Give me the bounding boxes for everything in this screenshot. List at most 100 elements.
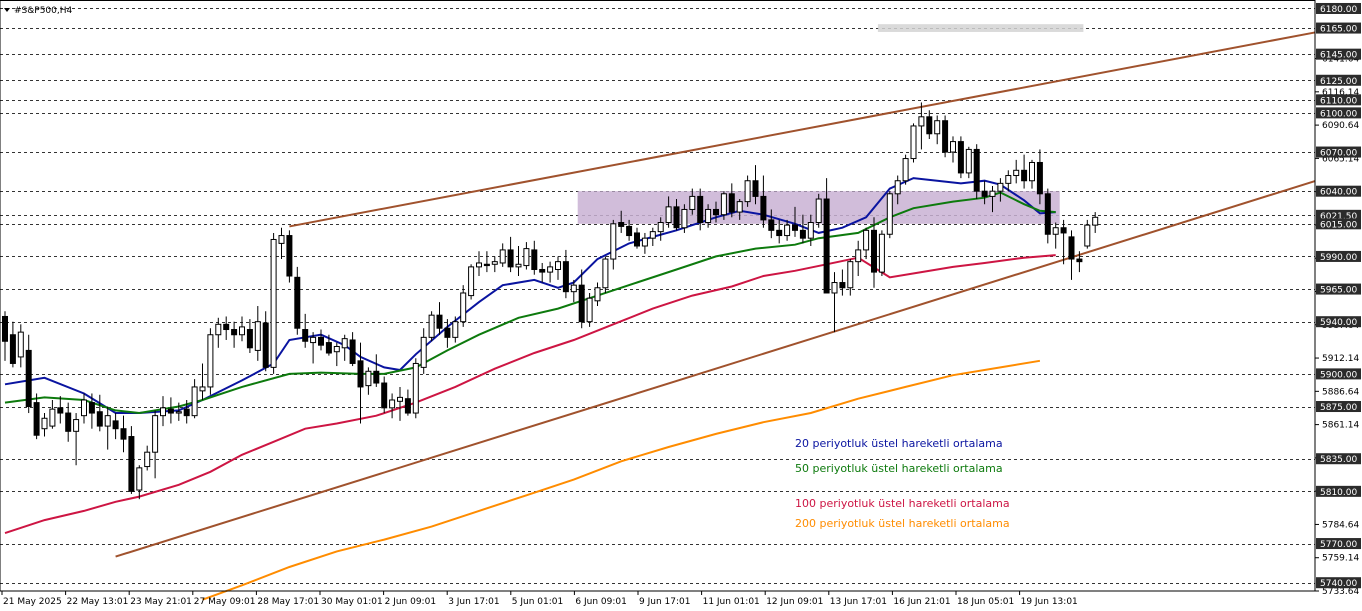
candle-body-up (389, 399, 396, 409)
candle-body-up (657, 222, 664, 233)
candle-body-down (128, 436, 135, 492)
candle-body-up (965, 148, 972, 174)
candle-body-up (49, 408, 56, 427)
time-tick-label: 6 Jun 09:01 (575, 597, 626, 607)
candle[interactable] (815, 193, 822, 228)
level-price-tag: 6145.00 (1316, 48, 1361, 61)
candle-body-up (894, 180, 901, 195)
candle-body-down (120, 428, 127, 440)
price-tick-label: 6090.64 (1322, 121, 1359, 131)
candle-body-down (373, 370, 380, 384)
candle-body-up (310, 336, 317, 344)
time-tick-label: 27 May 09:01 (194, 597, 256, 607)
candle-body-up (784, 224, 791, 237)
candle-body-down (444, 327, 451, 338)
candle-body-up (918, 116, 925, 127)
candle-body-up (428, 314, 435, 338)
candle-body-down (562, 261, 569, 293)
candle-body-up (815, 198, 822, 224)
candle-body-down (231, 329, 238, 336)
candle-body-down (57, 407, 64, 414)
candle-body-up (602, 258, 609, 289)
level-price-tag: 6110.00 (1316, 94, 1361, 106)
candle[interactable] (942, 115, 949, 158)
candle-body-down (33, 402, 40, 436)
candle-body-up (73, 419, 80, 432)
candle[interactable] (602, 256, 609, 293)
candle-body-down (96, 411, 103, 427)
level-price-tag-label: 6070.00 (1320, 149, 1357, 159)
level-price-tag-label: 5940.00 (1320, 318, 1357, 328)
candle-body-up (649, 231, 656, 239)
level-price-tag: 6165.00 (1316, 22, 1361, 35)
candle-body-up (452, 321, 459, 338)
candle-body-up (744, 180, 751, 203)
candle-body-up (420, 336, 427, 368)
time-tick-label: 11 Jun 01:01 (703, 597, 760, 607)
candle-body-down (823, 198, 830, 294)
level-price-tag-label: 5740.00 (1320, 579, 1357, 589)
candle-body-down (262, 322, 269, 368)
candle-body-down (246, 329, 253, 349)
candle[interactable] (294, 266, 301, 335)
candle[interactable] (910, 123, 917, 163)
candle-body-up (570, 284, 577, 293)
candle-body-up (886, 193, 893, 235)
candle-body-down (673, 206, 680, 229)
candle-body-down (325, 342, 332, 354)
candle-body-up (468, 266, 475, 297)
legend-entry: 100 periyotluk üstel hareketli ortalama (795, 497, 1010, 510)
time-tick-label: 5 Jun 01:01 (512, 597, 563, 607)
time-tick-label: 2 Jun 09:01 (385, 597, 436, 607)
candle[interactable] (270, 232, 277, 374)
candle-body-up (665, 206, 672, 224)
candle[interactable] (902, 154, 909, 185)
candle-body-down (634, 232, 640, 247)
candle[interactable] (428, 311, 435, 342)
candle-body-down (483, 263, 490, 267)
price-tick-label: 5861.14 (1322, 421, 1359, 431)
candle-body-up (17, 331, 24, 358)
time-tick-label: 16 Jun 21:01 (893, 597, 950, 607)
candle[interactable] (878, 230, 885, 277)
level-price-tag: 6125.00 (1316, 74, 1361, 87)
candle[interactable] (973, 144, 980, 200)
price-tick-label: 5886.64 (1322, 387, 1359, 397)
level-price-tag: 5965.00 (1316, 283, 1361, 296)
candle-body-down (871, 229, 877, 273)
level-price-tag: 5990.00 (1316, 250, 1361, 263)
level-price-tag: 6180.00 (1316, 2, 1361, 15)
candle-body-up (270, 238, 277, 368)
level-price-tag-label: 5875.00 (1320, 403, 1357, 413)
candle-body-up (547, 266, 554, 273)
symbol-header[interactable]: #S&P500,H4 (4, 6, 73, 16)
time-tick-label: 3 Jun 17:01 (448, 597, 499, 607)
candle-body-up (641, 237, 648, 247)
candle-body-up (136, 467, 143, 491)
candle-body-down (768, 219, 775, 231)
candle[interactable] (207, 328, 214, 395)
candle[interactable] (128, 426, 135, 494)
candle[interactable] (586, 292, 593, 327)
candle[interactable] (286, 230, 293, 283)
candle[interactable] (412, 358, 419, 419)
candle-body-up (491, 261, 498, 265)
candle-body-down (792, 224, 798, 231)
candle-body-up (104, 415, 111, 427)
candle[interactable] (468, 264, 475, 300)
level-price-tag: 6040.00 (1316, 185, 1361, 198)
level-price-tag-label: 5835.00 (1320, 455, 1357, 465)
level-price-tag-label: 5965.00 (1320, 286, 1357, 296)
candle-body-up (207, 334, 214, 388)
candle-body-up (81, 399, 87, 417)
level-price-tag: 6100.00 (1316, 107, 1361, 119)
level-price-tag: 5770.00 (1316, 538, 1361, 550)
price-chart[interactable]: 6141.646116.146090.646065.146039.646014.… (0, 0, 1362, 611)
legend-entry: 50 periyotluk üstel hareketli ortalama (795, 462, 1003, 475)
candle-body-down (981, 190, 988, 197)
candle[interactable] (886, 191, 893, 239)
candle-body-down (839, 282, 846, 289)
candle[interactable] (957, 136, 964, 179)
candle-body-up (460, 292, 467, 323)
candle-body-up (705, 208, 712, 224)
